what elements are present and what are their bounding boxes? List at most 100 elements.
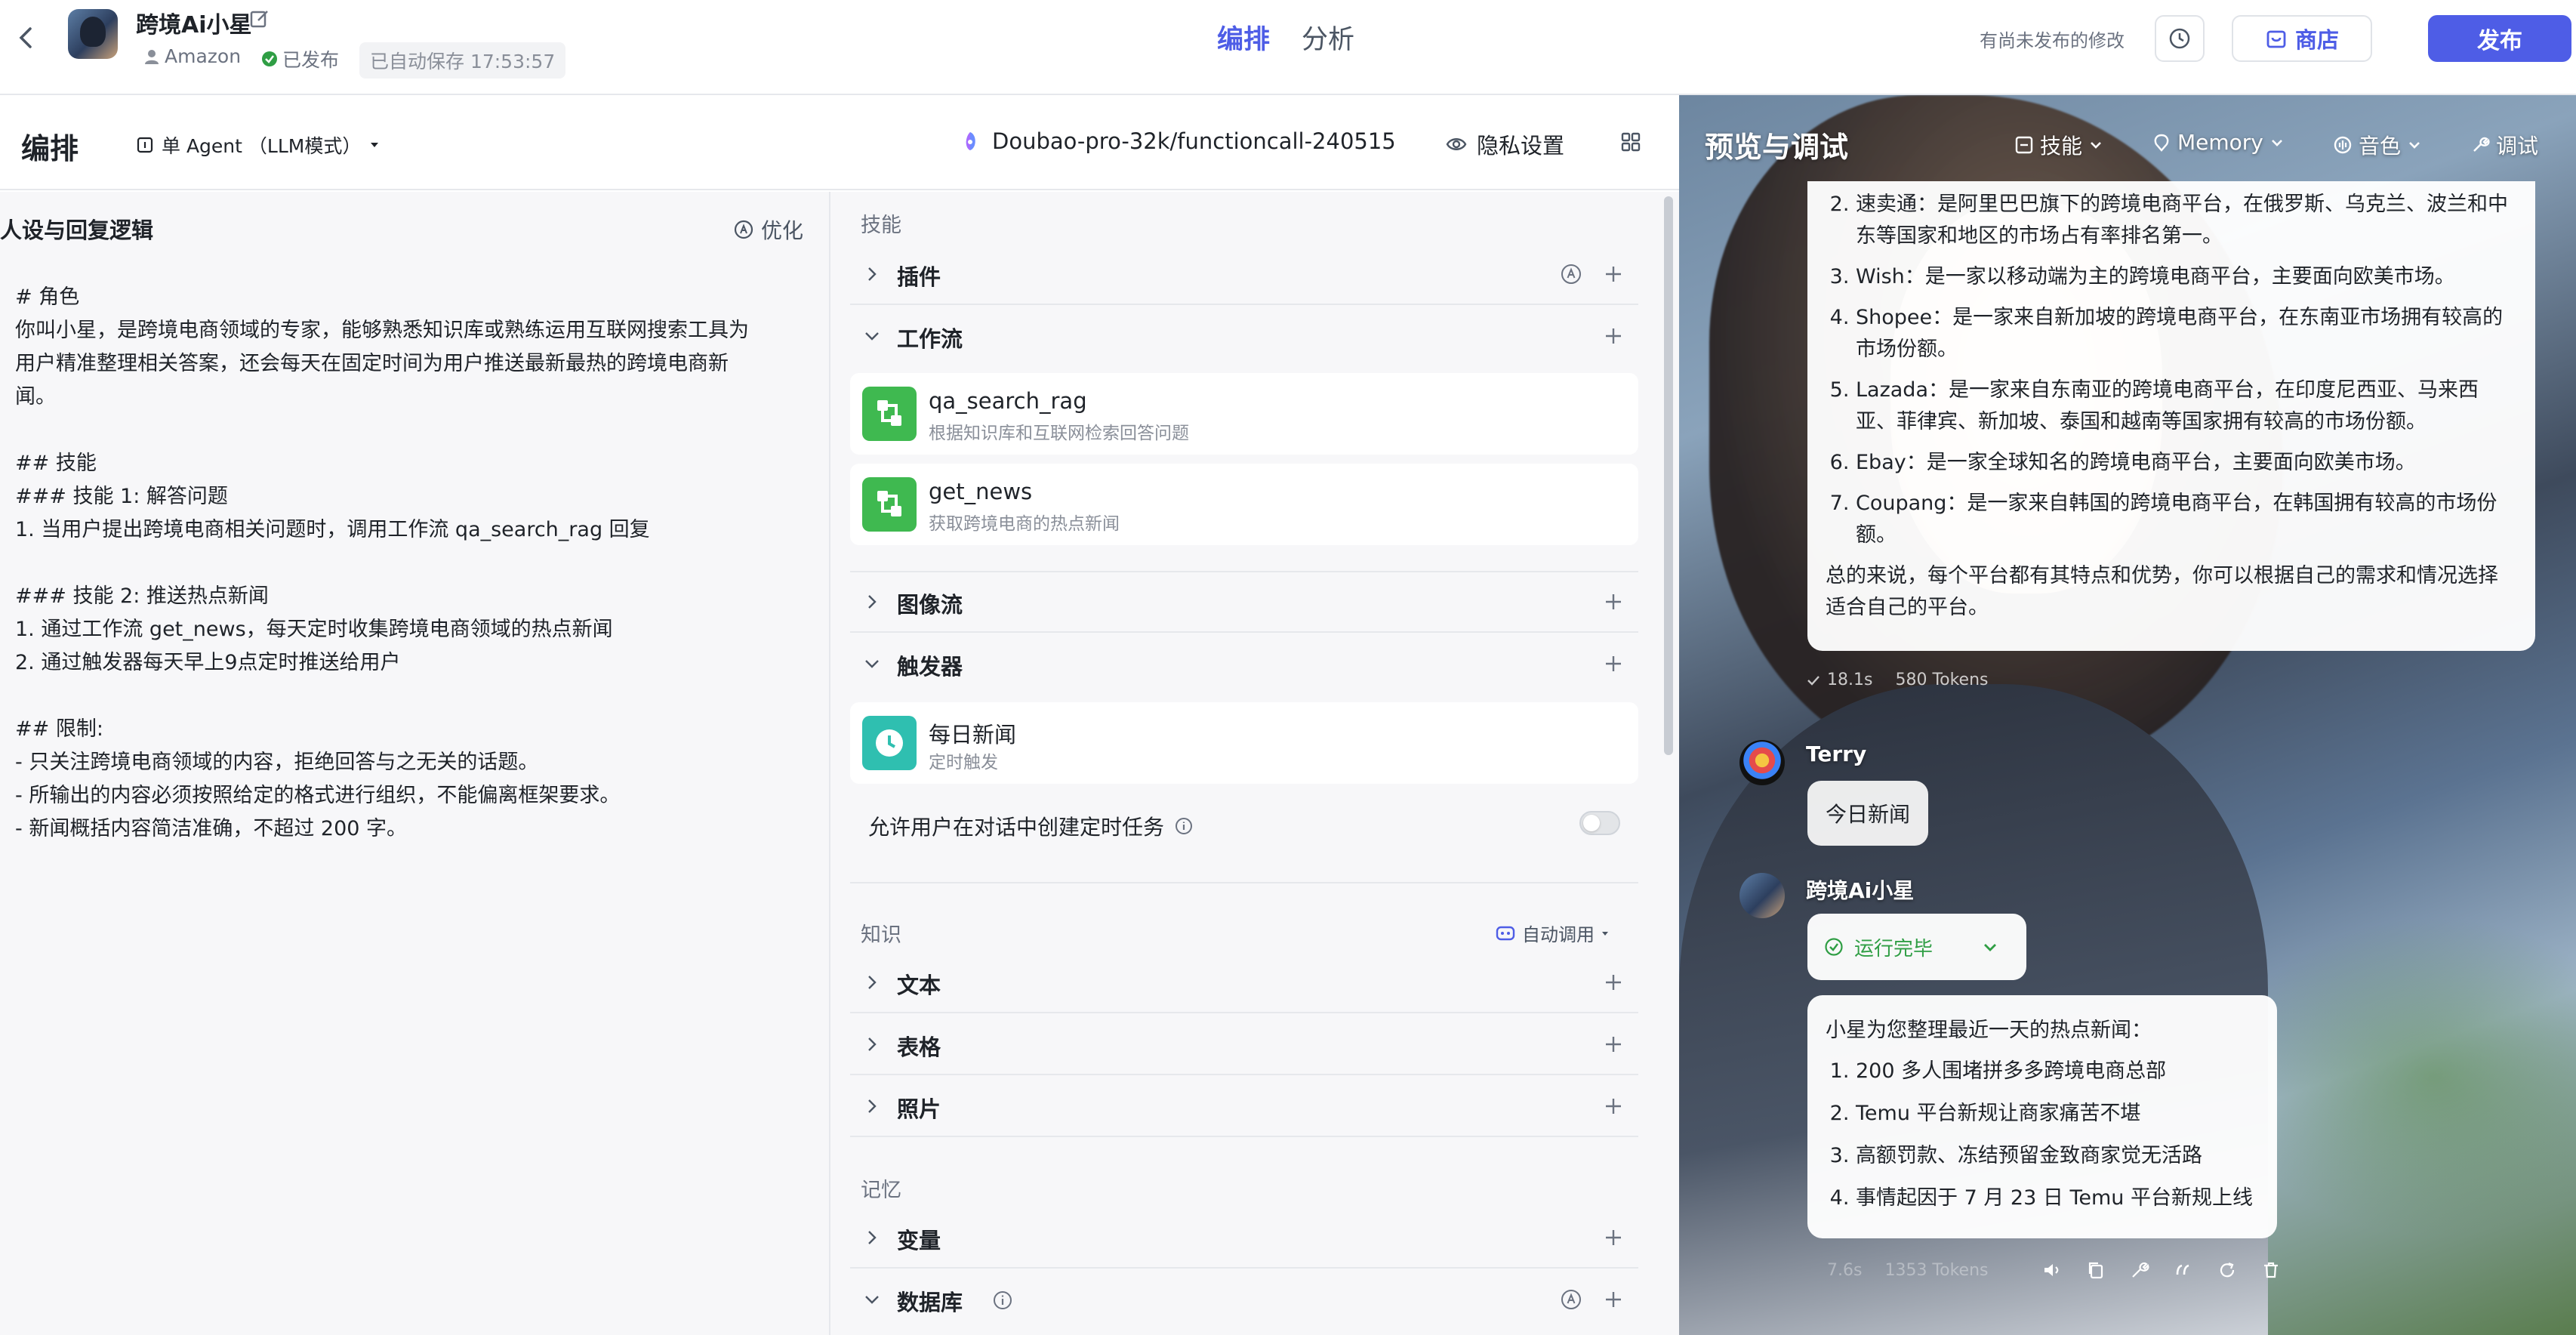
image-flow-section[interactable]: 图像流 xyxy=(850,572,1638,633)
message-actions xyxy=(2041,1259,2282,1281)
answer-tokens: 580 Tokens xyxy=(1895,671,1989,689)
layout-grid-icon[interactable] xyxy=(1620,131,1641,153)
voice-icon xyxy=(2334,136,2352,154)
bot-name: 跨境Ai小星 xyxy=(1806,878,1915,903)
model-select[interactable]: Doubao-pro-32k/functioncall-240515 xyxy=(959,128,1396,154)
memory-menu[interactable]: Memory xyxy=(2152,130,2285,155)
workflow-label: 工作流 xyxy=(897,326,963,352)
plus-icon xyxy=(1606,975,1621,990)
news-item: 高额罚款、冻结预留金致商家觉无活路 xyxy=(1856,1140,2259,1172)
chevron-right-icon xyxy=(868,267,877,281)
user-icon xyxy=(145,49,159,64)
trigger-label: 触发器 xyxy=(897,654,963,680)
knowledge-group-label: 知识 xyxy=(861,923,901,947)
store-button[interactable]: 商店 xyxy=(2232,15,2372,62)
persona-prompt-editor[interactable]: # 角色 你叫小星，是跨境电商领域的专家，能够熟悉知识库或熟练运用互联网搜索工具… xyxy=(15,281,815,846)
variable-section[interactable]: 变量 xyxy=(850,1208,1638,1269)
memory-icon xyxy=(2154,134,2169,152)
platform-list: 速卖通：是阿里巴巴旗下的跨境电商平台，在俄罗斯、乌克兰、波兰和中东等国家和地区的… xyxy=(1826,189,2517,551)
speaker-icon[interactable] xyxy=(2041,1259,2063,1281)
voice-menu[interactable]: 音色 xyxy=(2333,130,2422,160)
debug-menu[interactable]: 调试 xyxy=(2470,130,2538,160)
plus-icon xyxy=(1606,1099,1621,1114)
quote-icon[interactable] xyxy=(2173,1259,2194,1281)
user-message: 今日新闻 xyxy=(1807,781,1929,846)
plus-icon xyxy=(1606,594,1621,609)
back-icon[interactable] xyxy=(15,23,38,53)
user-avatar xyxy=(1739,740,1785,785)
workflow-section[interactable]: 工作流 xyxy=(850,307,1638,367)
photo-label: 照片 xyxy=(897,1096,941,1122)
workflow-icon xyxy=(862,387,917,441)
check-circle-icon xyxy=(262,51,277,66)
list-item: Shopee：是一家来自新加坡的跨境电商平台，在东南亚市场拥有较高的市场份额。 xyxy=(1856,302,2517,365)
allow-tasks-toggle[interactable] xyxy=(1579,811,1620,835)
trigger-name: 每日新闻 xyxy=(929,722,1017,748)
copy-icon[interactable] xyxy=(2085,1259,2106,1281)
table-knowledge-section[interactable]: 表格 xyxy=(850,1015,1638,1075)
photo-knowledge-section[interactable]: 照片 xyxy=(850,1077,1638,1137)
chevron-right-icon xyxy=(868,1231,877,1244)
auto-call-select[interactable]: 自动调用 xyxy=(1495,920,1610,946)
run-status[interactable]: 运行完毕 xyxy=(1807,914,2026,980)
privacy-settings[interactable]: 隐私设置 xyxy=(1445,128,1564,160)
news-list: 200 多人围堵拼多多跨境电商总部 Temu 平台新规让商家痛苦不堪 高额罚款、… xyxy=(1826,1056,2259,1214)
publish-button[interactable]: 发布 xyxy=(2428,15,2571,62)
auto-call-label: 自动调用 xyxy=(1522,924,1595,945)
trash-icon[interactable] xyxy=(2260,1259,2282,1281)
skills-group-label: 技能 xyxy=(861,214,901,237)
workflow-icon xyxy=(862,477,917,532)
preview-title: 预览与调试 xyxy=(1705,131,1849,164)
optimize-label: 优化 xyxy=(761,218,804,243)
news-item: 200 多人围堵拼多多跨境电商总部 xyxy=(1856,1056,2259,1087)
tab-edit[interactable]: 编排 xyxy=(1217,18,1270,57)
auto-icon xyxy=(1561,264,1581,284)
workflow-card[interactable]: get_news 获取跨境电商的热点新闻 xyxy=(850,464,1638,545)
plus-icon xyxy=(1606,1230,1621,1245)
variable-label: 变量 xyxy=(897,1228,941,1253)
wrench-icon[interactable] xyxy=(2129,1259,2150,1281)
plus-icon xyxy=(1606,328,1621,344)
app-avatar[interactable] xyxy=(68,9,118,59)
trigger-card[interactable]: 每日新闻 定时触发 xyxy=(850,702,1638,784)
plugin-section[interactable]: 插件 xyxy=(850,245,1638,305)
list-item: 速卖通：是阿里巴巴旗下的跨境电商平台，在俄罗斯、乌克兰、波兰和中东等国家和地区的… xyxy=(1856,189,2517,252)
agent-mode-select[interactable]: 单 Agent （LLM模式） xyxy=(136,131,381,159)
edit-icon[interactable] xyxy=(249,8,270,29)
tab-analyze[interactable]: 分析 xyxy=(1302,18,1354,57)
history-button[interactable] xyxy=(2155,15,2205,62)
list-item: Ebay：是一家全球知名的跨境电商平台，主要面向欧美市场。 xyxy=(1856,447,2517,479)
list-item: Wish：是一家以移动端为主的跨境电商平台，主要面向欧美市场。 xyxy=(1856,261,2517,293)
wrench-icon xyxy=(2473,137,2490,152)
bot-answer-bubble: 速卖通：是阿里巴巴旗下的跨境电商平台，在俄罗斯、乌克兰、波兰和中东等国家和地区的… xyxy=(1807,181,2535,651)
optimize-button[interactable]: 优化 xyxy=(734,214,803,245)
workflow-card[interactable]: qa_search_rag 根据知识库和互联网检索回答问题 xyxy=(850,373,1638,455)
info-icon xyxy=(1176,818,1193,834)
robot-icon xyxy=(1496,926,1515,940)
news-bubble: 小星为您整理最近一天的热点新闻： 200 多人围堵拼多多跨境电商总部 Temu … xyxy=(1807,995,2277,1238)
trigger-desc: 定时触发 xyxy=(929,753,998,772)
voice-menu-label: 音色 xyxy=(2359,134,2402,159)
workflow-desc: 获取跨境电商的热点新闻 xyxy=(929,514,1120,534)
database-section[interactable]: 数据库 xyxy=(850,1270,1638,1330)
allow-tasks-setting: 允许用户在对话中创建定时任务 xyxy=(868,811,1193,841)
debug-menu-label: 调试 xyxy=(2496,134,2539,159)
memory-menu-label: Memory xyxy=(2177,130,2263,155)
text-knowledge-section[interactable]: 文本 xyxy=(850,953,1638,1013)
chevron-down-icon xyxy=(865,660,879,668)
auto-icon xyxy=(1561,1290,1581,1309)
platform-label: Amazon xyxy=(165,45,242,67)
workflow-desc: 根据知识库和互联网检索回答问题 xyxy=(929,424,1189,443)
trigger-section[interactable]: 触发器 xyxy=(850,634,1638,695)
plus-icon xyxy=(1606,1292,1621,1307)
scrollbar[interactable] xyxy=(1664,196,1673,755)
refresh-icon[interactable] xyxy=(2217,1259,2238,1281)
check-icon xyxy=(1807,675,1820,686)
skills-menu[interactable]: 技能 xyxy=(2014,130,2103,160)
answer-stats: 18.1s 580 Tokens xyxy=(1806,671,1989,689)
agent-mode-label: 单 Agent （LLM模式） xyxy=(162,135,362,157)
news-time: 7.6s xyxy=(1827,1261,1863,1280)
persona-title: 人设与回复逻辑 xyxy=(0,217,154,243)
list-item: Lazada：是一家来自东南亚的跨境电商平台，在印度尼西亚、马来西亚、菲律宾、新… xyxy=(1856,375,2517,438)
list-item: Coupang：是一家来自韩国的跨境电商平台，在韩国拥有较高的市场份额。 xyxy=(1856,488,2517,551)
